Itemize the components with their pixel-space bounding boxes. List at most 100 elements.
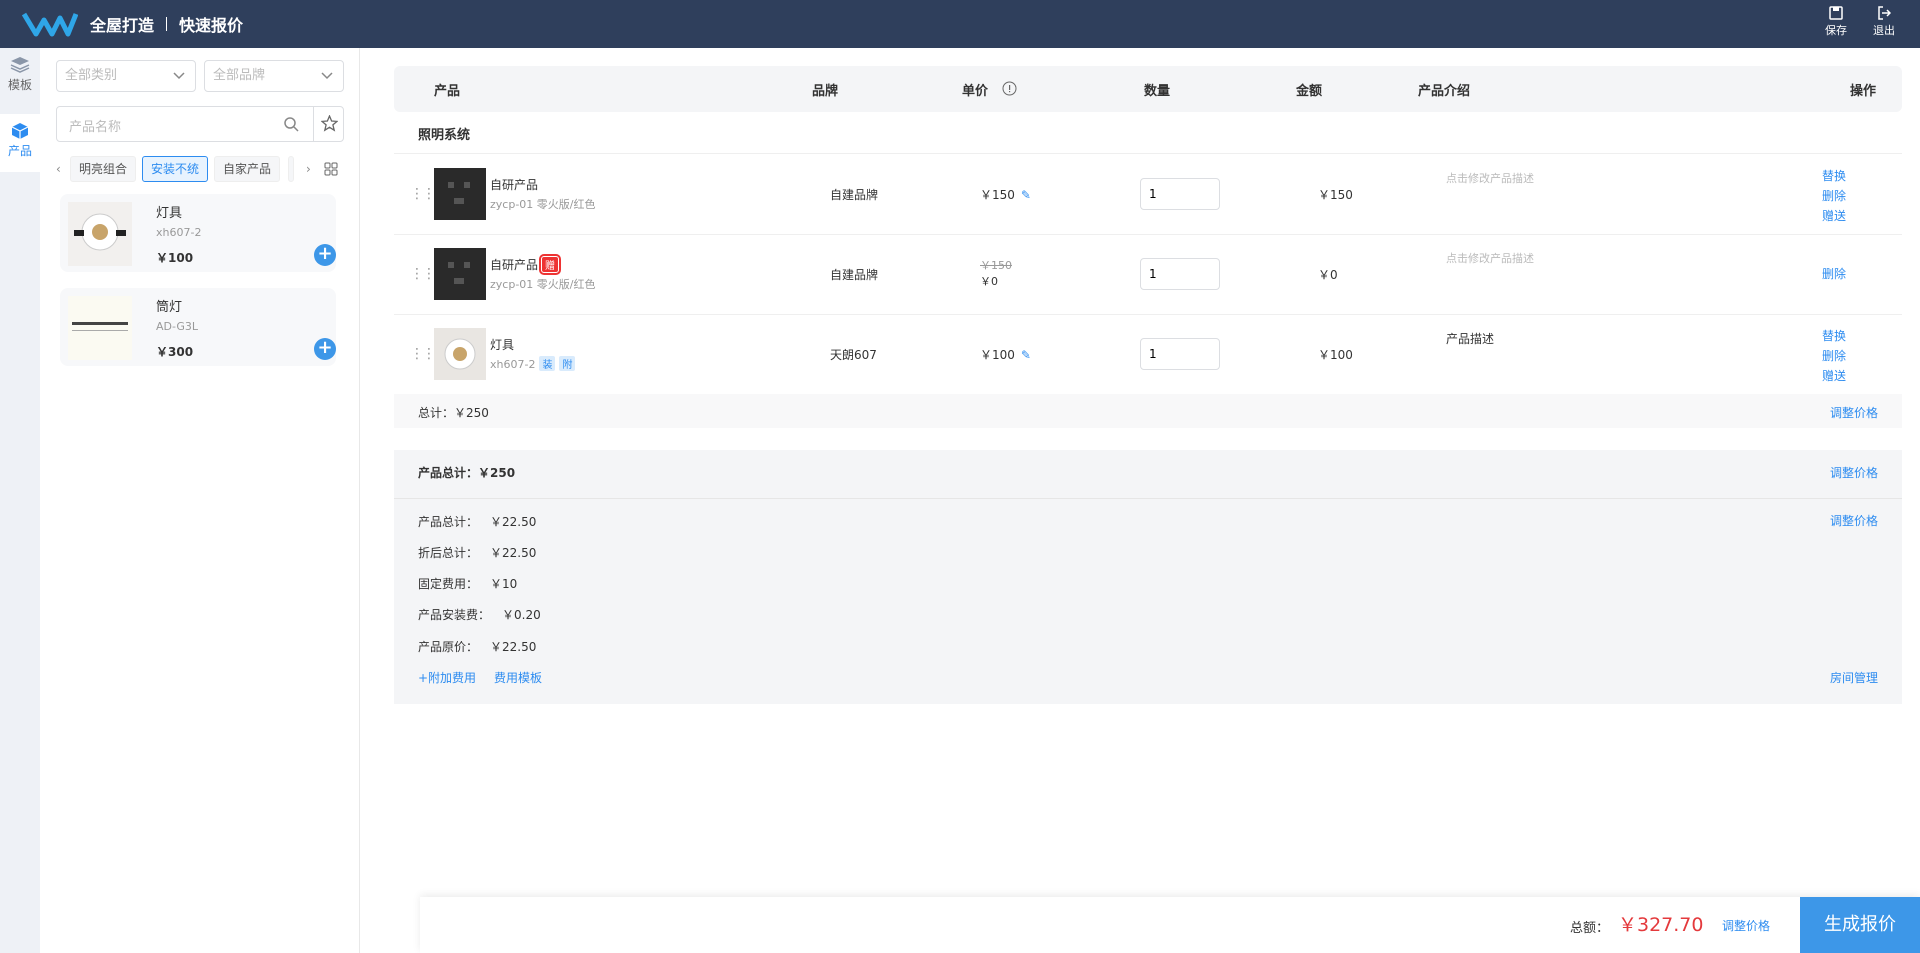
chip-0[interactable]: 明亮组合 [70, 156, 137, 182]
subtotal-text: 总计：￥250 [418, 406, 489, 420]
chevron-right-icon[interactable]: › [306, 162, 311, 176]
product-name: 自研产品 [490, 178, 539, 192]
product-name: 灯具 [490, 338, 515, 352]
top-header: 全屋打造 快速报价 保存 退出 [0, 0, 1920, 48]
category-select-value: 全部类别 [65, 68, 118, 83]
category-chips: ‹ 明亮组合 安装不统 自家产品 › [56, 154, 346, 184]
add-icon[interactable]: + [314, 338, 336, 360]
unit-price: ￥100 ✎ [980, 346, 1031, 363]
product-code-wrap: xh607-2 装附 [490, 356, 576, 371]
delete-button[interactable]: 删除 [1822, 264, 1862, 284]
room-manage-link[interactable]: 房间管理 [1830, 669, 1878, 686]
summary-label: 产品原价： [418, 640, 479, 654]
star-icon[interactable] [321, 115, 338, 132]
chip-2[interactable]: 自家产品 [214, 156, 281, 182]
product-price: ￥100 [156, 251, 194, 265]
product-description[interactable]: 点击修改产品描述 [1446, 250, 1534, 266]
brand-select[interactable]: 全部品牌 [204, 60, 344, 92]
accessory-badge[interactable]: 附 [559, 356, 576, 371]
summary-value: ￥0.20 [502, 608, 541, 622]
original-price: ￥150 [980, 259, 1012, 272]
col-product: 产品 [434, 84, 461, 99]
adjust-price-link[interactable]: 调整价格 [1722, 917, 1770, 934]
category-select[interactable]: 全部类别 [56, 60, 196, 92]
table-row: ⋮⋮ 自研产品 zycp-01 零火版/红色 自建品牌 ￥150 ✎ ￥150 点… [394, 154, 1902, 234]
fee-template-link[interactable]: 费用模板 [494, 669, 542, 686]
edit-icon[interactable]: ✎ [1021, 188, 1031, 202]
gift-button[interactable]: 赠送 [1822, 366, 1862, 386]
quantity-input[interactable] [1140, 258, 1220, 290]
layers-icon [10, 57, 30, 73]
summary-value: ￥10 [490, 577, 518, 591]
search-icon[interactable] [283, 116, 299, 132]
row-amount: ￥0 [1318, 268, 1338, 282]
chip-overflow [288, 156, 294, 182]
drag-handle-icon[interactable]: ⋮⋮ [410, 346, 436, 362]
nav-item-product[interactable]: 产品 [0, 114, 40, 172]
row-operations: 删除 [1822, 264, 1862, 284]
brand-select-value: 全部品牌 [213, 68, 266, 83]
product-card[interactable]: 灯具 xh607-2 ￥100 + [60, 194, 336, 272]
product-code: zycp-01 零火版/红色 [490, 278, 596, 291]
row-amount: ￥100 [1318, 348, 1353, 362]
delete-button[interactable]: 删除 [1822, 186, 1862, 206]
group-title: 照明系统 [418, 128, 471, 143]
product-price: ￥300 [156, 345, 194, 359]
product-code: xh607-2 [490, 358, 536, 371]
add-icon[interactable]: + [314, 244, 336, 266]
drag-handle-icon[interactable]: ⋮⋮ [410, 186, 436, 202]
quantity-input[interactable] [1140, 338, 1220, 370]
save-button[interactable]: 保存 [1818, 6, 1854, 38]
product-name: 灯具 [156, 206, 183, 221]
search-placeholder: 产品名称 [69, 120, 122, 135]
product-description[interactable]: 产品描述 [1446, 330, 1494, 347]
adjust-price-link[interactable]: 调整价格 [1830, 512, 1878, 529]
product-code: AD-G3L [156, 320, 199, 333]
replace-button[interactable]: 替换 [1822, 166, 1862, 186]
nav-item-template[interactable]: 模板 [0, 48, 40, 106]
info-icon[interactable] [1002, 81, 1017, 96]
replace-button[interactable]: 替换 [1822, 326, 1862, 346]
cube-icon [11, 123, 29, 139]
brand-logo [22, 12, 78, 37]
summary-panel: 产品总计：￥250 调整价格 调整价格 产品总计： ￥22.50 折后总计： ￥22… [394, 450, 1902, 704]
summary-title: 产品总计：￥250 [418, 466, 516, 480]
quantity-input[interactable] [1140, 178, 1220, 210]
table-header: 产品 品牌 单价 数量 金额 产品介绍 操作 [394, 66, 1902, 112]
drag-handle-icon[interactable]: ⋮⋮ [410, 266, 436, 282]
chevron-left-icon[interactable]: ‹ [56, 162, 61, 176]
adjust-price-link[interactable]: 调整价格 [1830, 404, 1878, 421]
chip-1[interactable]: 安装不统 [142, 156, 209, 182]
chevron-down-icon [173, 72, 185, 80]
product-card[interactable]: 筒灯 AD-G3L ￥300 + [60, 288, 336, 366]
product-code: zycp-01 零火版/红色 [490, 198, 596, 211]
nav-label-template: 模板 [7, 78, 32, 92]
unit-price-value: ￥100 [980, 348, 1015, 362]
delete-button[interactable]: 删除 [1822, 346, 1862, 366]
edit-icon[interactable]: ✎ [1021, 348, 1031, 362]
summary-label: 产品总计： [418, 515, 479, 529]
divider [394, 498, 1902, 499]
product-description[interactable]: 点击修改产品描述 [1446, 170, 1534, 186]
add-fee-link[interactable]: +附加费用 [418, 669, 476, 686]
quote-main: 产品 品牌 单价 数量 金额 产品介绍 操作 照明系统 ⋮⋮ 自研产品 zycp… [376, 48, 1920, 953]
chevron-down-icon [321, 72, 333, 80]
col-brand: 品牌 [812, 84, 839, 99]
col-description: 产品介绍 [1418, 84, 1471, 99]
summary-label: 固定费用： [418, 577, 479, 591]
product-name: 筒灯 [156, 300, 183, 315]
gift-button[interactable]: 赠送 [1822, 206, 1862, 226]
adjust-price-link[interactable]: 调整价格 [1830, 464, 1878, 481]
col-operation: 操作 [1850, 84, 1877, 99]
product-thumbnail-spotlight [68, 296, 132, 360]
app-title: 全屋打造 [90, 16, 155, 35]
generate-quote-button[interactable]: 生成报价 [1800, 897, 1920, 953]
grid-icon[interactable] [324, 162, 338, 176]
product-image [434, 168, 486, 220]
exit-button[interactable]: 退出 [1866, 6, 1902, 38]
summary-label: 产品安装费： [418, 608, 491, 622]
summary-value: ￥22.50 [490, 546, 537, 560]
summary-fixed-fee: 固定费用： ￥10 [418, 575, 517, 592]
row-amount: ￥150 [1318, 188, 1353, 202]
search-input[interactable]: 产品名称 [56, 106, 344, 142]
